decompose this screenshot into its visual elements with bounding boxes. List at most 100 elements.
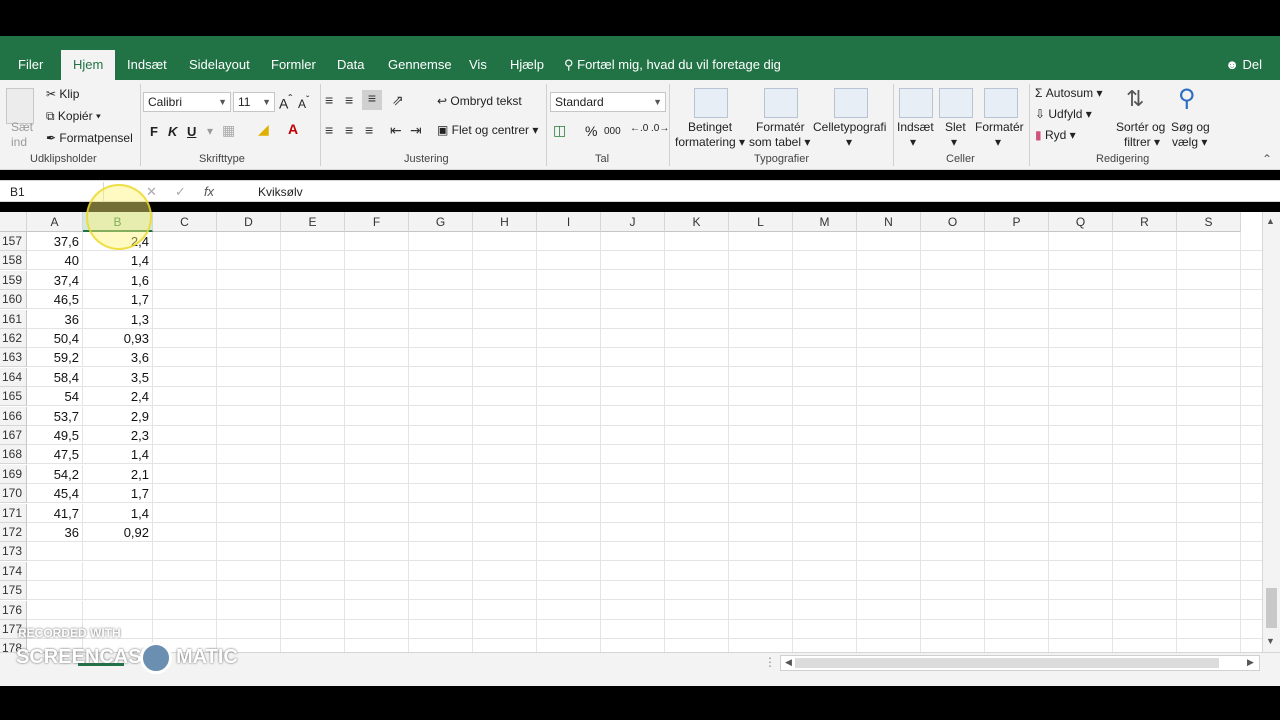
cell-b[interactable]: 1,6 (83, 270, 153, 290)
conditional-formatting-label-2[interactable]: formatering ▾ (675, 135, 745, 149)
cell-a[interactable]: 53,7 (27, 406, 83, 426)
delete-cells-icon[interactable] (939, 88, 973, 118)
italic-button[interactable]: K (168, 124, 177, 139)
tab-review[interactable]: Gennemse (388, 50, 452, 80)
cell-a[interactable]: 49,5 (27, 426, 83, 445)
cell-b[interactable] (83, 581, 153, 601)
bold-button[interactable]: F (150, 124, 158, 139)
column-header-r[interactable]: R (1113, 212, 1177, 232)
column-header-a[interactable]: A (27, 212, 83, 232)
insert-function-icon[interactable]: fx (204, 184, 214, 199)
scroll-right-icon[interactable]: ▶ (1247, 657, 1254, 668)
format-as-table-label-2[interactable]: som tabel ▾ (749, 135, 810, 149)
row-header[interactable]: 168 (0, 445, 27, 465)
increase-indent-icon[interactable]: ⇥ (410, 122, 422, 139)
cell-a[interactable]: 47,5 (27, 445, 83, 465)
row-header[interactable]: 159 (0, 270, 27, 290)
row-header[interactable]: 160 (0, 290, 27, 310)
find-select-label-1[interactable]: Søg og (1171, 120, 1210, 134)
font-name-select[interactable]: Calibri ▼ (143, 92, 231, 112)
row-header[interactable]: 176 (0, 600, 27, 620)
row-header[interactable]: 163 (0, 348, 27, 368)
cancel-icon[interactable]: ✕ (146, 184, 157, 199)
column-header-o[interactable]: O (921, 212, 985, 232)
grow-font-button[interactable]: Aˆ (279, 93, 292, 112)
decrease-decimal-icon[interactable]: .0→ (651, 123, 669, 134)
cell-a[interactable]: 36 (27, 309, 83, 329)
tab-data[interactable]: Data (337, 50, 364, 80)
tab-splitter-icon[interactable]: ⋮ (764, 655, 776, 669)
orientation-icon[interactable]: ⇗ (392, 92, 404, 109)
decrease-indent-icon[interactable]: ⇤ (390, 122, 402, 139)
format-as-table-label-1[interactable]: Formatér (756, 120, 805, 134)
cell-b[interactable]: 2,3 (83, 426, 153, 445)
cell-b[interactable]: 2,4 (83, 387, 153, 407)
cell-a[interactable]: 58,4 (27, 367, 83, 387)
row-header[interactable]: 173 (0, 542, 27, 562)
sort-filter-label-1[interactable]: Sortér og (1116, 120, 1165, 134)
tab-formulas[interactable]: Formler (271, 50, 316, 80)
collapse-ribbon-icon[interactable]: ⌃ (1262, 152, 1272, 166)
borders-icon[interactable]: ▦ (222, 122, 235, 139)
column-header-k[interactable]: K (665, 212, 729, 232)
sort-filter-label-2[interactable]: filtrer ▾ (1124, 135, 1160, 149)
row-header[interactable]: 172 (0, 523, 27, 542)
cell-b[interactable] (83, 542, 153, 562)
column-header-l[interactable]: L (729, 212, 793, 232)
fill-button[interactable]: ⇩ Udfyld ▾ (1035, 107, 1092, 121)
cell-b[interactable]: 1,4 (83, 251, 153, 271)
row-header[interactable]: 170 (0, 484, 27, 504)
row-header[interactable]: 171 (0, 503, 27, 523)
cell-a[interactable]: 37,4 (27, 270, 83, 290)
align-left-icon[interactable]: ≡ (325, 122, 333, 138)
sort-filter-icon[interactable]: ⇅ (1126, 86, 1144, 112)
cut-button[interactable]: ✂ Klip (46, 87, 79, 101)
cell-b[interactable] (83, 561, 153, 581)
column-header-j[interactable]: J (601, 212, 665, 232)
clipboard-icon[interactable] (6, 88, 34, 124)
insert-cells-label[interactable]: Indsæt (897, 120, 934, 134)
chevron-down-icon[interactable]: ▾ (995, 135, 1001, 149)
column-header-m[interactable]: M (793, 212, 857, 232)
percent-button[interactable]: % (585, 123, 597, 139)
tab-page-layout[interactable]: Sidelayout (189, 50, 250, 80)
formula-input[interactable]: Kviksølv (258, 181, 303, 203)
tab-insert[interactable]: Indsæt (127, 50, 167, 80)
chevron-down-icon[interactable]: ▾ (207, 124, 213, 138)
name-box[interactable]: B1 (4, 182, 104, 202)
column-header-g[interactable]: G (409, 212, 473, 232)
row-header[interactable]: 158 (0, 251, 27, 271)
align-center-icon[interactable]: ≡ (345, 122, 353, 138)
horizontal-scrollbar[interactable]: ◀ ▶ (780, 655, 1260, 671)
format-cells-label[interactable]: Formatér (975, 120, 1024, 134)
currency-icon[interactable]: ◫ (553, 122, 566, 139)
cell-b[interactable]: 0,93 (83, 329, 153, 348)
find-select-label-2[interactable]: vælg ▾ (1172, 135, 1207, 149)
align-right-icon[interactable]: ≡ (365, 122, 373, 138)
delete-cells-label[interactable]: Slet (945, 120, 966, 134)
row-header[interactable]: 162 (0, 329, 27, 348)
cell-styles-icon[interactable] (834, 88, 868, 118)
search-icon[interactable]: ⚲ (1178, 84, 1196, 113)
cell-b[interactable]: 2,1 (83, 464, 153, 484)
row-header[interactable]: 175 (0, 581, 27, 601)
tab-view[interactable]: Vis (469, 50, 487, 80)
column-header-n[interactable]: N (857, 212, 921, 232)
cell-a[interactable]: 37,6 (27, 232, 83, 251)
chevron-down-icon[interactable]: ▾ (846, 135, 852, 149)
enter-icon[interactable]: ✓ (175, 184, 186, 199)
select-all-corner[interactable] (0, 212, 27, 232)
tab-file[interactable]: Filer (18, 50, 43, 80)
chevron-down-icon[interactable]: ▾ (951, 135, 957, 149)
cell-a[interactable] (27, 542, 83, 562)
row-header[interactable]: 169 (0, 464, 27, 484)
increase-decimal-icon[interactable]: ←.0 (630, 123, 648, 134)
cell-a[interactable]: 54,2 (27, 464, 83, 484)
column-header-d[interactable]: D (217, 212, 281, 232)
cell-b[interactable]: 2,9 (83, 406, 153, 426)
autosum-button[interactable]: Σ Autosum ▾ (1035, 86, 1102, 100)
column-header-i[interactable]: I (537, 212, 601, 232)
cell-a[interactable]: 54 (27, 387, 83, 407)
copy-button[interactable]: ⧉ Kopiér ▾ (46, 109, 101, 124)
row-header[interactable]: 161 (0, 309, 27, 329)
